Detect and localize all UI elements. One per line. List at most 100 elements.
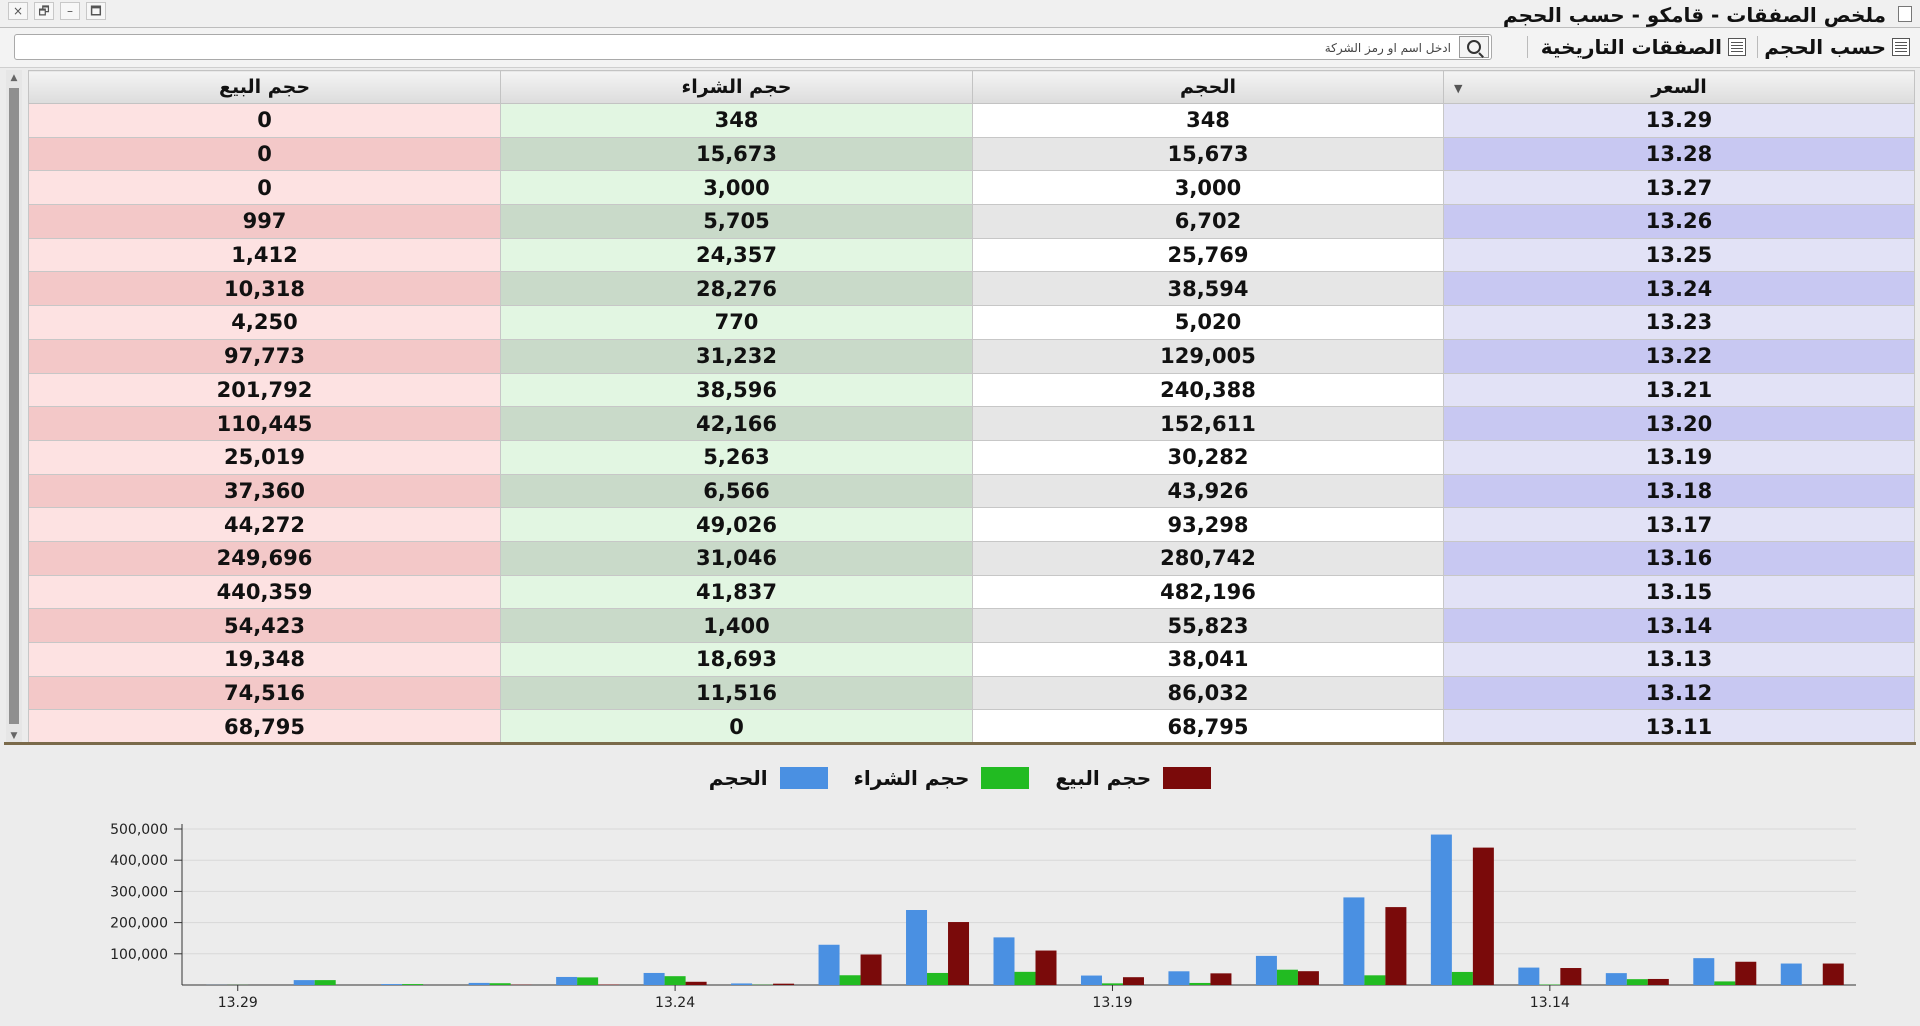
cell-price: 13.13 xyxy=(1443,642,1915,677)
table-row[interactable]: 13.23 5,020 770 4,250 xyxy=(28,305,1915,340)
cell-buy-volume: 31,232 xyxy=(500,338,973,374)
column-header-volume[interactable]: الحجم xyxy=(972,70,1444,104)
x-tick-label: 13.29 xyxy=(218,995,258,1011)
table-row[interactable]: 13.24 38,594 28,276 10,318 xyxy=(28,271,1915,307)
cell-sell-volume: 74,516 xyxy=(28,675,501,711)
table-row[interactable]: 13.14 55,823 1,400 54,423 xyxy=(28,608,1915,643)
bar-sell-volume xyxy=(1297,971,1319,985)
scroll-thumb[interactable] xyxy=(9,88,19,724)
cell-volume: 43,926 xyxy=(972,473,1444,509)
table-row[interactable]: 13.12 86,032 11,516 74,516 xyxy=(28,675,1915,711)
window-title: ملخص الصفقات - قامكو - حسب الحجم xyxy=(1502,3,1886,27)
table-row[interactable]: 13.26 6,702 5,705 997 xyxy=(28,204,1915,239)
volume-bar-chart: 100,000 200,000 300,000 400,000 500,000 13.29… xyxy=(110,822,1856,1011)
cell-price: 13.17 xyxy=(1443,507,1915,542)
cell-buy-volume: 5,263 xyxy=(500,439,973,475)
y-tick-label: 200,000 xyxy=(110,916,168,932)
restore-icon[interactable]: 🗗 xyxy=(34,2,54,20)
search-button[interactable] xyxy=(1459,36,1489,58)
cell-price: 13.15 xyxy=(1443,574,1915,610)
cell-volume: 38,594 xyxy=(972,271,1444,307)
pane-splitter[interactable] xyxy=(4,742,1916,745)
cell-price: 13.23 xyxy=(1443,305,1915,340)
vertical-scrollbar[interactable]: ▲ ▼ xyxy=(6,70,22,744)
table-row[interactable]: 13.19 30,282 5,263 25,019 xyxy=(28,439,1915,475)
column-header-price[interactable]: السعر ▼ xyxy=(1443,70,1915,104)
cell-volume: 6,702 xyxy=(972,204,1444,239)
cell-buy-volume: 28,276 xyxy=(500,271,973,307)
cell-buy-volume: 18,693 xyxy=(500,642,973,677)
bar-volume xyxy=(1430,834,1452,985)
x-tick-label: 13.24 xyxy=(655,995,695,1011)
bar-sell-volume xyxy=(1035,950,1057,985)
bar-sell-volume xyxy=(1735,961,1757,985)
cell-volume: 38,041 xyxy=(972,642,1444,677)
column-header-sell-volume[interactable]: حجم البيع xyxy=(28,70,501,104)
cell-volume: 15,673 xyxy=(972,136,1444,172)
bar-buy-volume xyxy=(314,980,336,985)
table-row[interactable]: 13.11 68,795 0 68,795 xyxy=(28,709,1915,745)
cell-price: 13.25 xyxy=(1443,237,1915,273)
cell-price: 13.19 xyxy=(1443,439,1915,475)
cell-volume: 129,005 xyxy=(972,338,1444,374)
cell-buy-volume: 5,705 xyxy=(500,204,973,239)
bar-buy-volume xyxy=(1276,969,1298,985)
cell-buy-volume: 49,026 xyxy=(500,507,973,542)
by-volume-label: حسب الحجم xyxy=(1764,35,1886,59)
cell-sell-volume: 0 xyxy=(28,136,501,172)
table-row[interactable]: 13.13 38,041 18,693 19,348 xyxy=(28,642,1915,677)
cell-sell-volume: 4,250 xyxy=(28,305,501,340)
table-row[interactable]: 13.27 3,000 3,000 0 xyxy=(28,170,1915,206)
toolbar: حسب الحجم الصفقات التاريخية xyxy=(0,28,1920,68)
toolbar-separator xyxy=(1757,36,1758,58)
cell-volume: 93,298 xyxy=(972,507,1444,542)
table-row[interactable]: 13.20 152,611 42,166 110,445 xyxy=(28,406,1915,441)
cell-sell-volume: 249,696 xyxy=(28,540,501,576)
bar-volume xyxy=(1693,958,1715,985)
table-row[interactable]: 13.29 348 348 0 xyxy=(28,103,1915,138)
bar-volume xyxy=(1255,955,1277,985)
historical-trades-button[interactable]: الصفقات التاريخية xyxy=(1541,34,1746,60)
table-row[interactable]: 13.17 93,298 49,026 44,272 xyxy=(28,507,1915,542)
table-row[interactable]: 13.28 15,673 15,673 0 xyxy=(28,136,1915,172)
bar-sell-volume xyxy=(860,954,882,985)
y-tick-label: 500,000 xyxy=(110,822,168,838)
search-box xyxy=(14,34,1492,61)
close-icon[interactable]: × xyxy=(8,2,28,20)
minimize-icon[interactable]: – xyxy=(60,2,80,20)
maximize-icon[interactable]: 🗖 xyxy=(86,2,106,20)
table-row[interactable]: 13.25 25,769 24,357 1,412 xyxy=(28,237,1915,273)
table-row[interactable]: 13.18 43,926 6,566 37,360 xyxy=(28,473,1915,509)
table-row[interactable]: 13.15 482,196 41,837 440,359 xyxy=(28,574,1915,610)
bar-volume xyxy=(1343,897,1365,985)
column-header-buy-volume[interactable]: حجم الشراء xyxy=(500,70,973,104)
table-row[interactable]: 13.16 280,742 31,046 249,696 xyxy=(28,540,1915,576)
scroll-up-icon[interactable]: ▲ xyxy=(6,70,22,86)
bar-volume xyxy=(818,944,840,985)
cell-price: 13.29 xyxy=(1443,103,1915,138)
cell-price: 13.11 xyxy=(1443,709,1915,745)
cell-sell-volume: 1,412 xyxy=(28,237,501,273)
cell-volume: 25,769 xyxy=(972,237,1444,273)
bar-sell-volume xyxy=(1385,907,1407,985)
cell-sell-volume: 110,445 xyxy=(28,406,501,441)
bar-buy-volume xyxy=(1189,982,1211,985)
cell-buy-volume: 3,000 xyxy=(500,170,973,206)
cell-buy-volume: 6,566 xyxy=(500,473,973,509)
bar-buy-volume xyxy=(1014,971,1036,985)
bar-sell-volume xyxy=(1647,978,1669,985)
table-row[interactable]: 13.21 240,388 38,596 201,792 xyxy=(28,372,1915,408)
bar-sell-volume xyxy=(1472,847,1494,985)
title-bar: × 🗗 – 🗖 ملخص الصفقات - قامكو - حسب الحجم xyxy=(0,0,1920,28)
cell-sell-volume: 997 xyxy=(28,204,501,239)
cell-volume: 55,823 xyxy=(972,608,1444,643)
cell-sell-volume: 440,359 xyxy=(28,574,501,610)
cell-volume: 68,795 xyxy=(972,709,1444,745)
cell-price: 13.24 xyxy=(1443,271,1915,307)
table-header: السعر ▼ الحجم حجم الشراء حجم البيع xyxy=(28,70,1915,104)
cell-sell-volume: 44,272 xyxy=(28,507,501,542)
search-input[interactable] xyxy=(49,35,1453,61)
by-volume-button[interactable]: حسب الحجم xyxy=(1764,34,1910,60)
table-row[interactable]: 13.22 129,005 31,232 97,773 xyxy=(28,338,1915,374)
sort-down-icon[interactable]: ▼ xyxy=(1454,82,1462,95)
